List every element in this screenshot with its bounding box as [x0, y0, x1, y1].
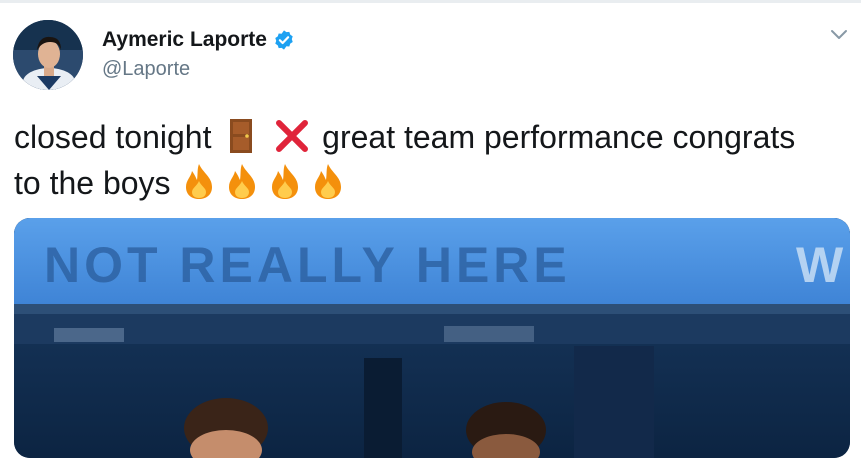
banner-text: NOT REALLY HERE [44, 237, 571, 293]
fire-emoji [315, 164, 342, 199]
door-emoji [230, 119, 253, 153]
fire-emoji [186, 164, 213, 199]
tweet-text-part: closed tonight [14, 119, 212, 155]
author-name[interactable]: Aymeric Laporte [102, 28, 267, 52]
fire-emoji [272, 164, 299, 199]
tweet-text-part: great team performance congrats [322, 119, 796, 155]
author-handle[interactable]: @Laporte [102, 58, 190, 81]
tweet-text: closed tonight great team performance co… [14, 114, 854, 206]
avatar[interactable] [13, 20, 83, 90]
tweet-card: Aymeric Laporte @Laporte closed tonight … [0, 0, 861, 458]
cross-mark-emoji [276, 120, 309, 152]
banner-edge-letter: W [796, 237, 844, 293]
author-row: Aymeric Laporte [102, 28, 295, 52]
verified-badge-icon [275, 30, 293, 50]
chevron-down-icon[interactable] [829, 28, 849, 42]
tweet-text-part: to the boys [14, 165, 171, 201]
divider [0, 0, 861, 3]
fire-emoji [229, 164, 256, 199]
tweet-media-photo[interactable]: NOT REALLY HERE W [14, 218, 850, 458]
